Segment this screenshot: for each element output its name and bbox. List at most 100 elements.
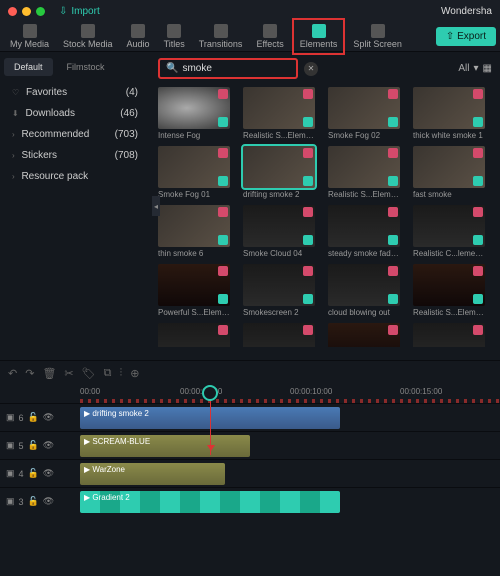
asset-card[interactable]: thin smoke 6 <box>158 205 237 258</box>
close-icon[interactable] <box>8 7 17 16</box>
sidebar-item-downloads[interactable]: ⬇ Downloads(46) <box>4 103 146 124</box>
lock-icon[interactable]: 🔓 <box>28 468 39 479</box>
asset-thumbnail[interactable] <box>328 205 400 247</box>
track-mute-icon[interactable]: ▣ <box>6 412 15 423</box>
visibility-icon[interactable]: 👁 <box>43 412 54 423</box>
download-icon[interactable] <box>303 117 313 127</box>
filter-all[interactable]: All ▾ ▦ <box>458 63 492 74</box>
download-icon[interactable] <box>218 176 228 186</box>
asset-card[interactable]: steady smoke 5 <box>413 323 492 347</box>
asset-thumbnail[interactable] <box>328 264 400 306</box>
asset-thumbnail[interactable] <box>158 205 230 247</box>
track-row[interactable]: ▣ 3 🔓 👁▶ Gradient 2 <box>0 487 500 515</box>
asset-thumbnail[interactable] <box>413 323 485 347</box>
asset-thumbnail[interactable] <box>158 264 230 306</box>
asset-card[interactable]: Realistic S...Element 15 <box>413 264 492 317</box>
tab-audio[interactable]: Audio <box>121 20 156 53</box>
tab-transitions[interactable]: Transitions <box>193 20 249 53</box>
minimize-icon[interactable] <box>22 7 31 16</box>
mode-default[interactable]: Default <box>4 58 53 76</box>
track-row[interactable]: ▣ 4 🔓 👁▶ WarZone <box>0 459 500 487</box>
search-input[interactable] <box>182 63 290 74</box>
clear-search-button[interactable]: ✕ <box>304 62 318 76</box>
visibility-icon[interactable]: 👁 <box>43 468 54 479</box>
download-icon[interactable] <box>218 117 228 127</box>
asset-thumbnail[interactable] <box>243 323 315 347</box>
asset-thumbnail[interactable] <box>413 264 485 306</box>
asset-card[interactable]: Smoke Fog 01 <box>158 146 237 199</box>
asset-card[interactable]: Realistic S...Element 15 <box>243 87 322 140</box>
asset-card[interactable]: Realistic S...Element 12 <box>158 323 237 347</box>
download-icon[interactable] <box>473 235 483 245</box>
asset-thumbnail[interactable] <box>158 323 230 347</box>
asset-thumbnail[interactable] <box>413 87 485 129</box>
tab-effects[interactable]: Effects <box>250 20 289 53</box>
asset-card[interactable]: drifting smoke 2 <box>243 146 322 199</box>
tab-elements[interactable]: Elements <box>292 18 346 55</box>
asset-thumbnail[interactable] <box>328 323 400 347</box>
download-icon[interactable] <box>303 176 313 186</box>
asset-card[interactable]: smoke plume <box>243 323 322 347</box>
export-button[interactable]: ⇧ Export <box>436 27 496 46</box>
asset-thumbnail[interactable] <box>413 205 485 247</box>
redo-icon[interactable]: ↷ <box>25 367 34 380</box>
asset-thumbnail[interactable] <box>413 146 485 188</box>
download-icon[interactable] <box>388 176 398 186</box>
asset-thumbnail[interactable] <box>243 146 315 188</box>
import-button[interactable]: ⇩ Import <box>59 6 100 17</box>
undo-icon[interactable]: ↶ <box>8 367 17 380</box>
timeline-ruler[interactable]: 00:00 00:00:05:00 00:00:10:00 00:00:15:0… <box>0 385 500 403</box>
track-mute-icon[interactable]: ▣ <box>6 440 15 451</box>
sidebar-item-resource-pack[interactable]: › Resource pack <box>4 166 146 187</box>
asset-card[interactable]: Intense Fog <box>158 87 237 140</box>
copy-icon[interactable]: ⧉ <box>104 367 112 380</box>
track-mute-icon[interactable]: ▣ <box>6 496 15 507</box>
visibility-icon[interactable]: 👁 <box>43 496 54 507</box>
asset-thumbnail[interactable] <box>243 87 315 129</box>
sidebar-item-recommended[interactable]: › Recommended(703) <box>4 124 146 145</box>
asset-card[interactable]: Smoke Fog 02 <box>328 87 407 140</box>
asset-thumbnail[interactable] <box>158 87 230 129</box>
cut-icon[interactable]: ✂ <box>64 367 73 380</box>
track-row[interactable]: ▣ 6 🔓 👁▶ drifting smoke 2 <box>0 403 500 431</box>
grid-view-icon[interactable]: ▦ <box>483 63 492 74</box>
download-icon[interactable] <box>218 294 228 304</box>
asset-card[interactable]: Powerful S...Element 15 <box>158 264 237 317</box>
tab-stock-media[interactable]: Stock Media <box>57 20 119 53</box>
asset-card[interactable]: Smoke Cloud 04 <box>243 205 322 258</box>
asset-thumbnail[interactable] <box>328 87 400 129</box>
asset-card[interactable]: Smokescreen 2 <box>243 264 322 317</box>
asset-thumbnail[interactable] <box>243 264 315 306</box>
download-icon[interactable] <box>473 117 483 127</box>
delete-icon[interactable]: 🗑 <box>42 367 56 380</box>
visibility-icon[interactable]: 👁 <box>43 440 54 451</box>
sidebar-collapse-handle[interactable]: ◂ <box>152 196 160 216</box>
lock-icon[interactable]: 🔓 <box>28 496 39 507</box>
download-icon[interactable] <box>388 235 398 245</box>
maximize-icon[interactable] <box>36 7 45 16</box>
asset-card[interactable]: Elemental...with Smoke <box>328 323 407 347</box>
sidebar-item-stickers[interactable]: › Stickers(708) <box>4 145 146 166</box>
playhead[interactable] <box>202 385 218 401</box>
asset-card[interactable]: fast smoke <box>413 146 492 199</box>
tag-icon[interactable]: 🏷 <box>82 367 96 380</box>
asset-thumbnail[interactable] <box>243 205 315 247</box>
track-row[interactable]: ▣ 5 🔓 👁▶ SCREAM-BLUE <box>0 431 500 459</box>
download-icon[interactable] <box>388 117 398 127</box>
download-icon[interactable] <box>473 294 483 304</box>
lock-icon[interactable]: 🔓 <box>28 440 39 451</box>
tab-titles[interactable]: Titles <box>158 20 191 53</box>
download-icon[interactable] <box>218 235 228 245</box>
asset-card[interactable]: steady smoke fading <box>328 205 407 258</box>
download-icon[interactable] <box>303 294 313 304</box>
adjust-icon[interactable]: ⫶ <box>119 367 122 380</box>
asset-card[interactable]: cloud blowing out <box>328 264 407 317</box>
download-icon[interactable] <box>303 235 313 245</box>
timeline-clip[interactable]: ▶ Gradient 2 <box>80 491 340 513</box>
asset-thumbnail[interactable] <box>158 146 230 188</box>
asset-card[interactable]: thick white smoke 1 <box>413 87 492 140</box>
asset-thumbnail[interactable] <box>328 146 400 188</box>
mode-filmstock[interactable]: Filmstock <box>57 58 115 76</box>
lock-icon[interactable]: 🔓 <box>28 412 39 423</box>
timeline-clip[interactable]: ▶ SCREAM-BLUE <box>80 435 250 457</box>
